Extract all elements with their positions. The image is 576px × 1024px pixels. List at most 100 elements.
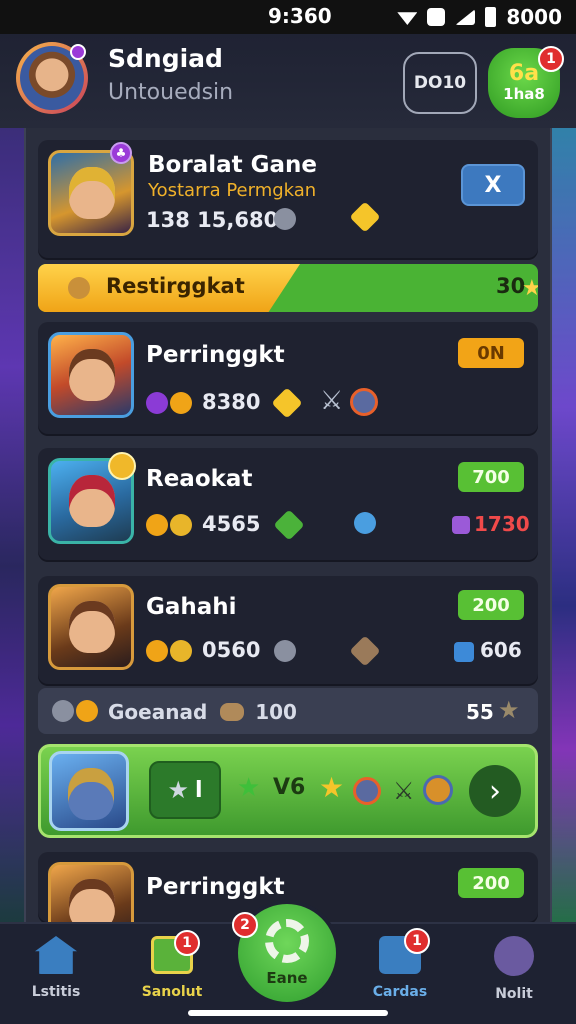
shield-icon: [353, 777, 381, 805]
profile-icon: [494, 936, 534, 976]
medal-icon: [170, 514, 192, 536]
pouch-icon: [349, 635, 381, 667]
coin-icon: [146, 514, 168, 536]
nav-label: Cardas: [372, 984, 428, 1000]
link-icon: [52, 700, 74, 722]
rank-bar[interactable]: Restirggkat 30 ★: [38, 264, 538, 312]
promo-button[interactable]: ★ l: [149, 761, 221, 819]
bag-icon: [220, 703, 245, 721]
character-thumbnail: [48, 584, 134, 670]
close-button[interactable]: X: [461, 164, 525, 206]
summary-text: Goeanad 100: [108, 700, 297, 724]
coin-icon: [76, 700, 98, 722]
promo-button-label: l: [194, 777, 203, 803]
nav-badge-game: 2: [232, 912, 258, 938]
purple-gem-icon: [146, 392, 168, 414]
gold-gem-icon: [349, 201, 381, 233]
character-face: [69, 601, 115, 653]
reward-badge: 1: [538, 46, 564, 72]
wifi-icon: [397, 12, 418, 25]
avatar-badge: [70, 44, 86, 60]
summary-count-left: 100: [255, 700, 297, 724]
chart-icon: [454, 642, 474, 662]
item-stat: 4565: [202, 512, 261, 536]
featured-subtitle: Yostarra Permgkan: [148, 180, 317, 201]
featured-stats: 138 15,680: [146, 208, 279, 232]
promo-arrow-button[interactable]: ›: [469, 765, 521, 817]
promo-thumbnail: [49, 751, 129, 831]
star-icon: ★: [498, 696, 520, 724]
item-right-stat: 606: [480, 638, 522, 662]
battery-level: 8000: [506, 5, 562, 29]
nav-item-home[interactable]: Lstitis: [6, 936, 106, 1000]
nav-item-cards[interactable]: Cardas: [350, 936, 450, 1000]
status-time: 9:360: [268, 4, 332, 28]
medal-icon: [170, 392, 192, 414]
list-item[interactable]: Gahahi 200 0560 606: [38, 576, 538, 684]
globe-icon: [423, 775, 453, 805]
character-face: [69, 349, 115, 401]
promo-percent: V6: [273, 775, 306, 800]
item-value-pill: 200: [458, 590, 524, 620]
knight-helmet: [68, 768, 114, 820]
nav-label: Lstitis: [31, 984, 81, 1000]
coin-badge-icon: [108, 452, 136, 480]
home-icon: [35, 936, 77, 974]
item-title: Perringgkt: [146, 874, 285, 900]
reward-value: 6a: [508, 61, 540, 86]
sword-icon: ⚔: [320, 386, 344, 416]
gold-star-icon: ★: [319, 771, 345, 804]
list-item[interactable]: Reaokat 700 4565 1730: [38, 448, 538, 560]
box-icon: [452, 516, 470, 534]
status-bar: 9:360 8000: [0, 0, 576, 34]
rank-count: 30: [496, 274, 526, 298]
item-value-pill: 700: [458, 462, 524, 492]
reward-label: 1ha8: [503, 85, 545, 103]
item-right-stat: 1730: [474, 512, 530, 536]
silver-coin-icon: [274, 640, 296, 662]
silver-coin-icon: [274, 208, 296, 230]
summary-count-right: 55: [466, 700, 494, 724]
battery-icon: [485, 7, 497, 27]
medal-icon: [170, 640, 192, 662]
shield-icon: [350, 388, 378, 416]
character-face: [69, 475, 115, 527]
player-subtitle: Untouedsin: [108, 80, 234, 105]
coin-icon: [146, 640, 168, 662]
summary-bar[interactable]: Goeanad 100 55 ★: [38, 688, 538, 734]
home-indicator: [188, 1010, 388, 1016]
app-header: Sdngiad Untouedsin DO10 6a 1ha8 1: [0, 34, 576, 128]
nav-label: Sanolut: [141, 984, 203, 1000]
player-avatar[interactable]: [16, 42, 88, 114]
item-value-pill: 200: [458, 868, 524, 898]
character-thumbnail: [48, 862, 134, 922]
header-button[interactable]: DO10: [403, 52, 477, 114]
item-title: Perringgkt: [146, 342, 285, 368]
list-item[interactable]: Perringgkt 0N 8380 ⚔: [38, 322, 538, 434]
green-star-icon: ★: [237, 773, 261, 803]
promo-banner[interactable]: ★ l ★ V6 ★ ⚔ ›: [38, 744, 538, 838]
water-drop-icon: [354, 512, 376, 534]
sword-icon: ⚔: [393, 777, 415, 805]
gold-icon: [271, 387, 303, 419]
green-gem-icon: [273, 509, 305, 541]
item-stat: 8380: [202, 390, 261, 414]
summary-label: Goeanad: [108, 700, 208, 724]
player-name: Sdngiad: [108, 44, 223, 73]
star-icon: ★: [522, 276, 538, 301]
nav-badge-cards: 1: [404, 928, 430, 954]
item-stat: 0560: [202, 638, 261, 662]
rank-label: Restirggkat: [106, 274, 245, 298]
signal-icon: [455, 9, 476, 25]
nav-item-profile[interactable]: Nolit: [464, 936, 564, 1002]
character-thumbnail: [48, 332, 134, 418]
nav-badge-tasks: 1: [174, 930, 200, 956]
star-icon: ★: [167, 776, 189, 804]
notification-icon: [427, 8, 446, 26]
nav-label: Nolit: [495, 986, 533, 1002]
featured-card[interactable]: ♣ Boralat Gane Yostarra Permgkan 138 15,…: [38, 140, 538, 258]
bag-icon: [68, 277, 90, 299]
character-face: [69, 167, 115, 219]
item-title: Gahahi: [146, 594, 237, 620]
nav-item-tasks[interactable]: Sanolut: [122, 936, 222, 1000]
